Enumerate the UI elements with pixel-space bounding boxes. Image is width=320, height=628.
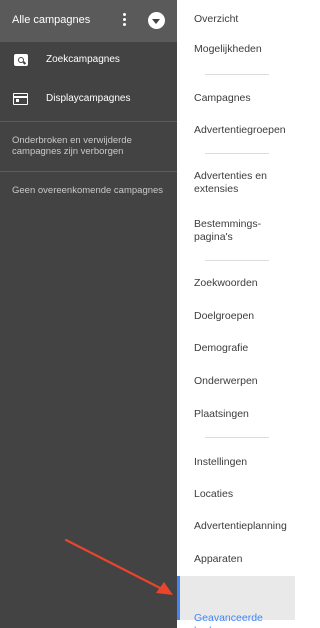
search-campaigns-label: Zoekcampagnes: [46, 54, 120, 65]
menu-item-advertentieplanning[interactable]: Advertentieplanning: [177, 520, 295, 533]
search-campaigns-item[interactable]: Zoekcampagnes: [0, 42, 177, 80]
active-indicator: [177, 576, 180, 620]
menu-item-doelgroepen[interactable]: Doelgroepen: [177, 310, 295, 323]
menu-item-geavanceerde-label: Geavanceerde bodaanp.: [194, 612, 263, 628]
menu-item-demografie[interactable]: Demografie: [177, 342, 295, 355]
menu-item-apparaten[interactable]: Apparaten: [177, 553, 295, 566]
no-matching-campaigns-note: Geen overeenkomende campagnes: [12, 185, 164, 196]
report-menu: Overzicht Mogelijkheden Campagnes Advert…: [177, 0, 295, 628]
sidebar-divider: [0, 121, 177, 122]
hidden-campaigns-note: Onderbroken en verwijderde campagnes zij…: [12, 135, 132, 157]
annotation-arrow-icon: [64, 538, 173, 595]
display-icon: [13, 93, 28, 105]
display-campaigns-label: Displaycampagnes: [46, 93, 131, 104]
campaign-navigation-screen: Alle campagnes Zoekcampagnes Displaycamp…: [0, 0, 295, 628]
menu-item-mogelijkheden[interactable]: Mogelijkheden: [177, 43, 295, 56]
menu-item-instellingen[interactable]: Instellingen: [177, 456, 295, 469]
all-campaigns-title: Alle campagnes: [12, 14, 91, 26]
menu-item-campagnes[interactable]: Campagnes: [177, 92, 295, 105]
menu-item-advertentiegroepen[interactable]: Advertentiegroepen: [177, 124, 295, 137]
menu-divider: [205, 74, 269, 75]
menu-item-overzicht[interactable]: Overzicht: [177, 13, 295, 26]
menu-item-onderwerpen[interactable]: Onderwerpen: [177, 375, 295, 388]
display-campaigns-item[interactable]: Displaycampagnes: [0, 81, 177, 119]
menu-item-zoekwoorden[interactable]: Zoekwoorden: [177, 277, 295, 290]
all-campaigns-header[interactable]: Alle campagnes: [0, 0, 177, 42]
menu-divider: [205, 260, 269, 261]
menu-item-locaties[interactable]: Locaties: [177, 488, 295, 501]
menu-divider: [205, 437, 269, 438]
menu-item-advertenties-en-extensies[interactable]: Advertenties en extensies: [177, 170, 295, 196]
menu-divider: [205, 153, 269, 154]
menu-item-geavanceerde-bodaanpassingen[interactable]: Geavanceerde bodaanp.: [177, 576, 295, 628]
menu-item-plaatsingen[interactable]: Plaatsingen: [177, 408, 295, 421]
menu-item-bestemmingspaginas[interactable]: Bestemmings-pagina's: [177, 218, 295, 244]
campaign-sidebar: Alle campagnes Zoekcampagnes Displaycamp…: [0, 0, 177, 628]
chevron-down-icon[interactable]: [148, 12, 165, 29]
sidebar-divider: [0, 171, 177, 172]
more-options-icon[interactable]: [119, 13, 129, 29]
search-icon: [14, 54, 28, 66]
